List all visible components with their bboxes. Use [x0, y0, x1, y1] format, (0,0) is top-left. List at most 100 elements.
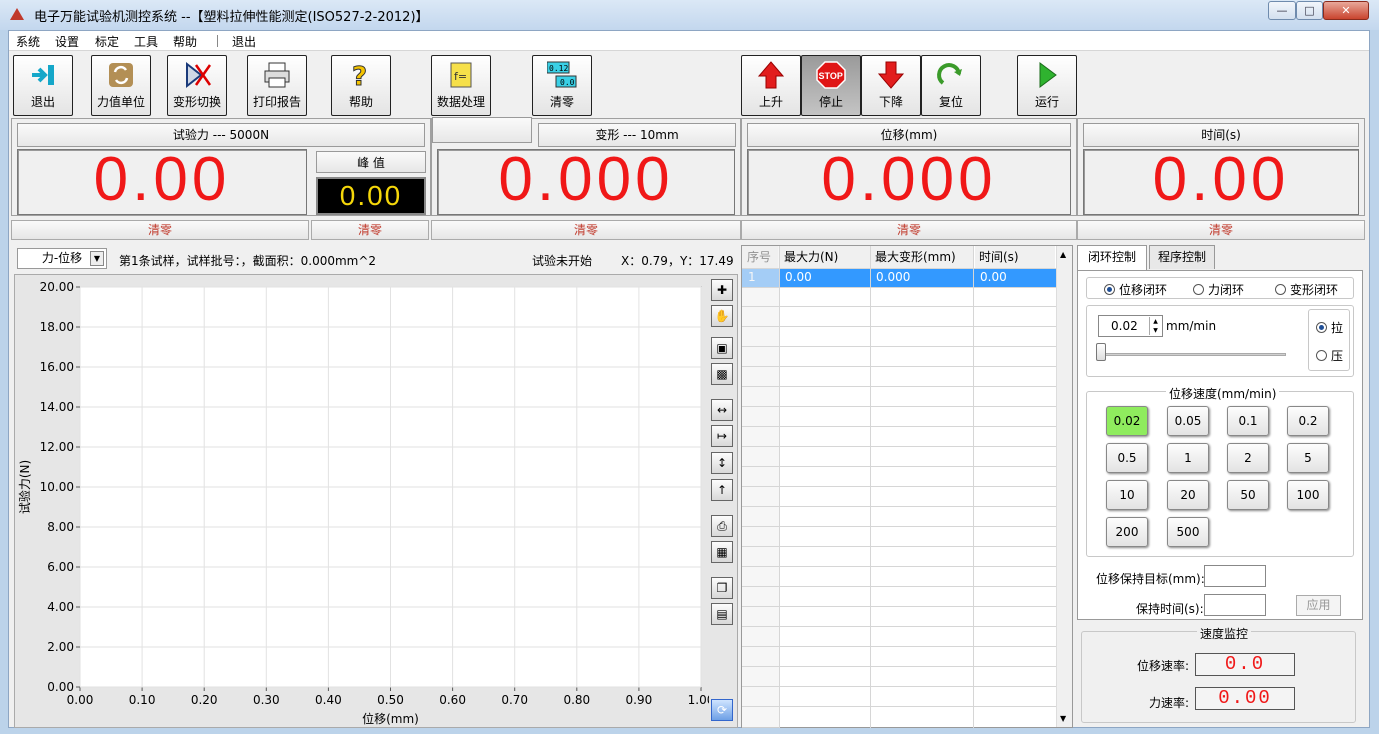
- table-grid-lines: [742, 246, 1056, 728]
- zoom-y-out-icon[interactable]: ↑: [711, 479, 733, 501]
- copy-icon[interactable]: ❐: [711, 577, 733, 599]
- x-tick-label: 0.10: [129, 693, 156, 707]
- y-tick-label: 16.00: [40, 360, 74, 374]
- time-clear-button[interactable]: 清零: [1077, 220, 1365, 240]
- hold-target-input[interactable]: [1204, 565, 1266, 587]
- curve-type-select[interactable]: 力-位移 ▼: [17, 248, 107, 269]
- chart-toolbar: ✚ ✋ ▣ ▩ ↔ ↦ ↕ ↑ ⎙ ▦ ❐ ▤ ⟳: [711, 279, 735, 729]
- speed-button-100[interactable]: 100: [1287, 480, 1329, 510]
- crosshair-tool-icon[interactable]: ✚: [711, 279, 733, 301]
- rate-slider-handle[interactable]: [1096, 343, 1106, 361]
- svg-text:STOP: STOP: [819, 71, 843, 81]
- speed-button-50[interactable]: 50: [1227, 480, 1269, 510]
- run-button[interactable]: 运行: [1017, 55, 1077, 116]
- x-axis-label: 位移(mm): [362, 711, 419, 726]
- scroll-down-icon[interactable]: ▼: [1060, 714, 1066, 723]
- up-button[interactable]: 上升: [741, 55, 801, 116]
- zoom-y-in-icon[interactable]: ↕: [711, 452, 733, 474]
- speed-button-500[interactable]: 500: [1167, 517, 1209, 547]
- print-report-button[interactable]: 打印报告: [247, 55, 307, 116]
- exit-button[interactable]: 退出: [13, 55, 73, 116]
- speed-button-0.5[interactable]: 0.5: [1106, 443, 1148, 473]
- down-button[interactable]: 下降: [861, 55, 921, 116]
- speed-button-0.05[interactable]: 0.05: [1167, 406, 1209, 436]
- menu-exit[interactable]: 退出: [232, 33, 256, 50]
- force-rate-label: 力速率:: [1149, 696, 1190, 710]
- deform-value: 0.000: [498, 145, 674, 214]
- data-process-button[interactable]: f= 数据处理: [431, 55, 491, 116]
- deform-clear-button[interactable]: 清零: [431, 220, 741, 240]
- scroll-up-icon[interactable]: ▲: [1060, 250, 1066, 259]
- tab-program-control[interactable]: 程序控制: [1149, 245, 1215, 269]
- menu-settings[interactable]: 设置: [55, 33, 79, 50]
- force-displacement-chart[interactable]: 0.00 0.10 0.20 0.30 0.40 0.50 0.60 0.70 0.80 0.90…: [15, 275, 709, 727]
- unit-switch-icon: [109, 63, 133, 87]
- speed-button-10[interactable]: 10: [1106, 480, 1148, 510]
- rate-slider-track[interactable]: [1102, 353, 1286, 356]
- x-tick-label: 0.30: [253, 693, 280, 707]
- direction-tension-radio[interactable]: 拉: [1316, 319, 1343, 336]
- speed-group-title: 位移速度(mm/min): [1166, 385, 1280, 402]
- speed-button-0.2[interactable]: 0.2: [1287, 406, 1329, 436]
- deform-extra-tab[interactable]: [432, 117, 532, 143]
- speed-button-0.02[interactable]: 0.02: [1106, 406, 1148, 436]
- force-unit-button[interactable]: 力值单位: [91, 55, 151, 116]
- col-header-time[interactable]: 时间(s): [975, 246, 1055, 268]
- speed-button-0.1[interactable]: 0.1: [1227, 406, 1269, 436]
- speed-button-5[interactable]: 5: [1287, 443, 1329, 473]
- refresh-icon[interactable]: ⟳: [711, 699, 733, 721]
- speed-button-1[interactable]: 1: [1167, 443, 1209, 473]
- x-tick-label: 0.90: [626, 693, 653, 707]
- hold-time-input[interactable]: [1204, 594, 1266, 616]
- zoom-x-out-icon[interactable]: ↦: [711, 425, 733, 447]
- y-tick-label: 2.00: [47, 640, 74, 654]
- time-display: 0.00: [1083, 145, 1359, 215]
- clipboard-icon[interactable]: ▤: [711, 603, 733, 625]
- menu-calibrate[interactable]: 标定: [95, 33, 119, 50]
- col-header-max-deform[interactable]: 最大变形(mm): [871, 246, 973, 268]
- force-rate-value: 0.00: [1195, 687, 1295, 710]
- minimize-button[interactable]: —: [1268, 1, 1296, 20]
- stop-button[interactable]: STOP 停止: [801, 55, 861, 116]
- zoom-box-icon[interactable]: ▣: [711, 337, 733, 359]
- x-tick-label: 0.40: [315, 693, 342, 707]
- spin-arrows-icon[interactable]: ▲ ▼: [1149, 317, 1161, 335]
- tab-closed-loop[interactable]: 闭环控制: [1077, 245, 1147, 271]
- direction-compress-radio[interactable]: 压: [1316, 347, 1343, 364]
- rate-spin-input[interactable]: 0.02 ▲ ▼: [1098, 315, 1163, 337]
- table-scrollbar[interactable]: ▲ ▼: [1056, 246, 1072, 727]
- export-image-icon[interactable]: ▦: [711, 541, 733, 563]
- clear-all-button[interactable]: 0.12 0.0 清零: [532, 55, 592, 116]
- mode-deform-radio[interactable]: 变形闭环: [1275, 281, 1338, 298]
- force-value: 0.00: [93, 145, 231, 214]
- speed-button-200[interactable]: 200: [1106, 517, 1148, 547]
- maximize-button[interactable]: □: [1296, 1, 1323, 20]
- col-header-max-force[interactable]: 最大力(N): [780, 246, 870, 268]
- main-window: 系统 设置 标定 工具 帮助 退出 退出 力值单位 变形切换 打印报告 ? 帮助…: [8, 30, 1370, 728]
- displacement-clear-button[interactable]: 清零: [741, 220, 1077, 240]
- pan-hand-icon[interactable]: ✋: [711, 305, 733, 327]
- peak-clear-button[interactable]: 清零: [311, 220, 429, 240]
- clear-zero-icon: 0.12 0.0: [547, 61, 577, 88]
- table-row[interactable]: 1 0.00 0.000 0.00: [742, 268, 1056, 287]
- apply-button[interactable]: 应用: [1296, 595, 1341, 616]
- print-chart-icon[interactable]: ⎙: [711, 515, 733, 537]
- menu-system[interactable]: 系统: [16, 33, 40, 50]
- menu-tools[interactable]: 工具: [134, 33, 158, 50]
- zoom-fit-icon[interactable]: ▩: [711, 363, 733, 385]
- mode-force-radio[interactable]: 力闭环: [1193, 281, 1244, 298]
- force-clear-button[interactable]: 清零: [11, 220, 309, 240]
- col-header-index[interactable]: 序号: [742, 246, 778, 268]
- speed-button-20[interactable]: 20: [1167, 480, 1209, 510]
- reset-arrow-icon: [937, 63, 962, 85]
- reset-button[interactable]: 复位: [921, 55, 981, 116]
- speed-button-2[interactable]: 2: [1227, 443, 1269, 473]
- help-button[interactable]: ? 帮助: [331, 55, 391, 116]
- mode-displacement-radio[interactable]: 位移闭环: [1104, 281, 1167, 298]
- chevron-down-icon[interactable]: ▼: [90, 251, 104, 266]
- menu-help[interactable]: 帮助: [173, 33, 197, 50]
- window-title: 电子万能试验机测控系统 --【塑料拉伸性能测定(ISO527-2-2012)】: [34, 10, 429, 25]
- close-button[interactable]: ✕: [1323, 1, 1369, 20]
- zoom-x-in-icon[interactable]: ↔: [711, 399, 733, 421]
- deform-switch-button[interactable]: 变形切换: [167, 55, 227, 116]
